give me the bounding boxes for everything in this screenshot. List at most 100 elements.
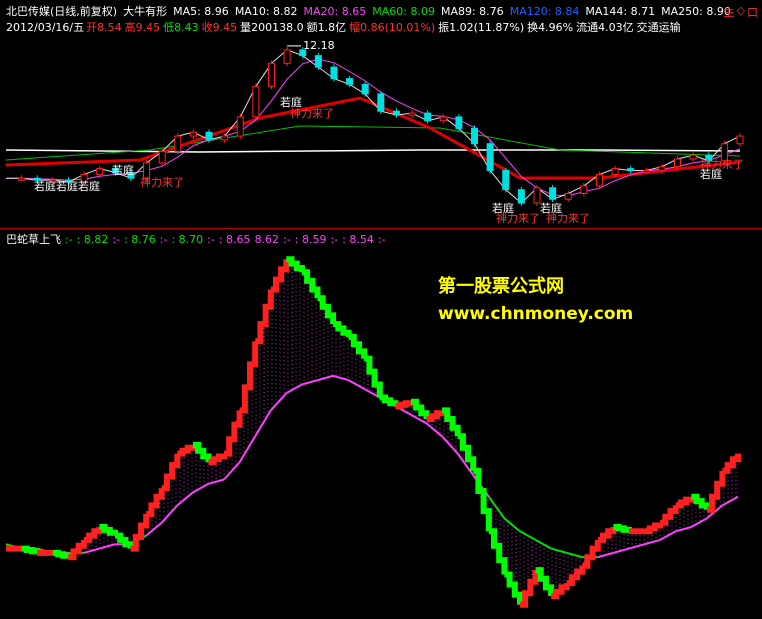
signal-line-segment bbox=[208, 478, 225, 485]
main-line-segment bbox=[333, 321, 352, 337]
signal-label: 若庭若庭若庭 bbox=[34, 179, 100, 193]
sub-value: 8.62 bbox=[254, 233, 280, 246]
box-icon[interactable]: 口 bbox=[747, 4, 758, 20]
signal-label: 神力来了 bbox=[140, 175, 184, 189]
signal-line-segment bbox=[223, 461, 241, 481]
main-line-segment bbox=[379, 394, 399, 407]
main-line-segment bbox=[177, 444, 196, 457]
signal-line-segment bbox=[348, 379, 365, 390]
main-line-segment bbox=[52, 549, 72, 559]
signal-line-segment bbox=[238, 435, 257, 463]
quote-turnover: 换4.96% bbox=[527, 21, 574, 34]
sub-value: :- bbox=[159, 233, 168, 246]
candle-body bbox=[471, 127, 479, 145]
signal-line-segment bbox=[659, 530, 677, 541]
signal-line-segment bbox=[628, 543, 645, 550]
candle-body bbox=[392, 110, 400, 116]
main-line-segment bbox=[660, 505, 679, 526]
candle-body bbox=[736, 135, 744, 145]
signal-label: 神力来了 bbox=[546, 211, 590, 225]
signal-line-segment bbox=[254, 409, 272, 437]
candle-body bbox=[642, 170, 650, 174]
main-line-segment bbox=[239, 341, 259, 414]
sub-value: : 8.76 bbox=[124, 233, 156, 246]
signal-label: 若庭 bbox=[112, 163, 134, 177]
sub-value: :- bbox=[283, 233, 291, 246]
sub-value: : 8.70 bbox=[171, 233, 204, 246]
candle-body bbox=[314, 55, 322, 68]
candle-body bbox=[283, 49, 291, 64]
signal-line-segment bbox=[675, 526, 692, 533]
main-line-segment bbox=[442, 407, 461, 437]
candle-body bbox=[424, 112, 432, 122]
sub-value: : 8.54 bbox=[342, 233, 374, 246]
main-line-segment bbox=[520, 570, 539, 608]
watermark-url: www.chnmoney.com bbox=[438, 304, 634, 324]
indicator-chart[interactable] bbox=[0, 249, 762, 619]
signal-line-segment bbox=[644, 538, 661, 546]
candle-body bbox=[96, 168, 104, 175]
stock-title: 北巴传媒(日线,前复权) bbox=[6, 5, 118, 18]
candle-body bbox=[455, 116, 463, 129]
main-line-segment bbox=[192, 442, 212, 463]
ma144-label: MA144: 8.71 bbox=[585, 5, 656, 18]
main-line-segment bbox=[146, 488, 165, 517]
signal-label: 神力来了 bbox=[496, 211, 540, 225]
main-line-segment bbox=[99, 524, 118, 536]
panel-separator[interactable] bbox=[0, 228, 762, 229]
candle-body bbox=[549, 187, 557, 200]
main-line-segment bbox=[706, 470, 726, 513]
signal-line-segment bbox=[690, 517, 708, 528]
candle-body bbox=[486, 143, 494, 172]
signal-line-segment bbox=[176, 491, 194, 507]
sub-value: :- bbox=[377, 233, 386, 246]
candle-body bbox=[408, 112, 416, 116]
indicator-name: 大牛有形 bbox=[123, 5, 168, 18]
signal-line-segment bbox=[192, 482, 209, 494]
ma144-line bbox=[5, 125, 741, 161]
main-line-segment bbox=[130, 514, 150, 552]
main-line-segment bbox=[473, 467, 492, 532]
sub-value: :- bbox=[330, 233, 339, 246]
candle-body bbox=[267, 62, 275, 87]
quote-open: 开8.54 bbox=[86, 21, 122, 34]
signal-line-segment bbox=[317, 374, 334, 382]
main-line-segment bbox=[582, 539, 601, 569]
quote-date: 2012/03/16/五 bbox=[6, 21, 85, 34]
main-line-segment bbox=[161, 453, 181, 492]
main-line-segment bbox=[270, 259, 290, 293]
ma20-label: MA20: 8.65 bbox=[303, 5, 367, 18]
sub-value: : 8.65 bbox=[218, 233, 251, 246]
stock-chart-window: 12.18 若庭若庭若庭 若庭 神力来了 若庭 神力来了 若庭 神力来了 若庭 神力来了 若庭 神力来… bbox=[0, 0, 762, 619]
main-line-segment bbox=[691, 493, 710, 510]
candle-body bbox=[517, 189, 525, 204]
sub-value: : 8.59 bbox=[294, 233, 327, 246]
quote-high: 高9.45 bbox=[124, 21, 161, 34]
signal-line-segment bbox=[519, 530, 537, 541]
signal-line-segment bbox=[301, 379, 318, 386]
window-icons: 生 ◇ 口 bbox=[724, 4, 758, 20]
ma5-label: MA5: 8.96 bbox=[173, 5, 229, 18]
signal-line-segment bbox=[613, 547, 630, 554]
candle-body bbox=[674, 158, 682, 168]
ma89-label: MA89: 8.76 bbox=[440, 5, 504, 18]
main-line-segment bbox=[21, 545, 41, 555]
sub-indicator-name: 巴蛇草上飞 bbox=[6, 233, 61, 246]
diamond-icon[interactable]: ◇ bbox=[737, 4, 745, 20]
candle-body bbox=[174, 135, 182, 152]
signal-line-segment bbox=[441, 435, 459, 455]
candle-body bbox=[361, 83, 369, 95]
candle-body bbox=[18, 177, 26, 181]
sheng-icon[interactable]: 生 bbox=[724, 4, 735, 20]
main-line-segment bbox=[644, 522, 664, 535]
candle-body bbox=[502, 170, 510, 191]
candle-body bbox=[189, 131, 197, 137]
quote-sector: 交通运输 bbox=[636, 21, 681, 34]
main-line-segment bbox=[675, 496, 695, 509]
ma120-label: MA120: 8.84 bbox=[509, 5, 580, 18]
quote-float: 流通4.03亿 bbox=[576, 21, 634, 34]
sub-value: : 8.82 bbox=[76, 233, 109, 246]
quote-low: 低8.43 bbox=[163, 21, 199, 34]
signal-line-segment bbox=[566, 551, 583, 559]
candle-body bbox=[377, 93, 385, 112]
